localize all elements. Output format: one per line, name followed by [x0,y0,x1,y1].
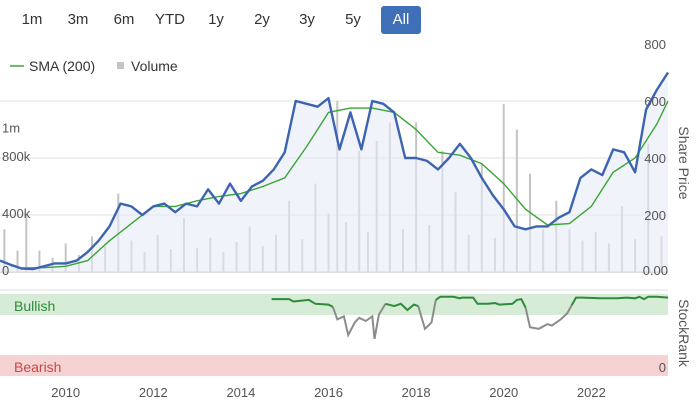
price-tick-label: 0.00 [643,263,668,278]
x-tick-label: 2022 [577,385,606,400]
price-tick-label: 200 [644,208,666,223]
stock-chart: 2010 2012 2014 2016 2018 2020 2022 200 400 600 800… [0,37,692,400]
price-tick-label: 600 [644,94,666,109]
volume-tick-label: 400k [2,206,31,221]
legend: SMA (200) Volume [10,58,178,74]
bearish-zone [0,355,668,376]
share-price-axis-title: Share Price [676,126,692,199]
stockrank-axis-title: StockRank [676,299,692,368]
volume-bar [25,215,28,272]
volume-tick-label: 1m [2,121,20,136]
x-tick-label: 2010 [51,385,80,400]
price-tick-label: 400 [644,151,666,166]
legend-volume-label: Volume [131,58,178,74]
price-tick-label: 800 [644,37,666,52]
volume-tick-label: 800k [2,149,31,164]
x-tick-label: 2012 [139,385,168,400]
bearish-label: Bearish [14,359,61,375]
x-tick-label: 2016 [314,385,343,400]
legend-volume-marker [117,62,124,69]
x-tick-label: 2020 [489,385,518,400]
stockrank-zero-tick: 0 [659,360,666,375]
bullish-label: Bullish [14,298,55,314]
legend-sma-label: SMA (200) [29,58,95,74]
volume-tick-label: 0 [2,263,9,278]
x-tick-label: 2014 [226,385,255,400]
x-tick-label: 2018 [402,385,431,400]
price-area-fill [0,72,668,272]
